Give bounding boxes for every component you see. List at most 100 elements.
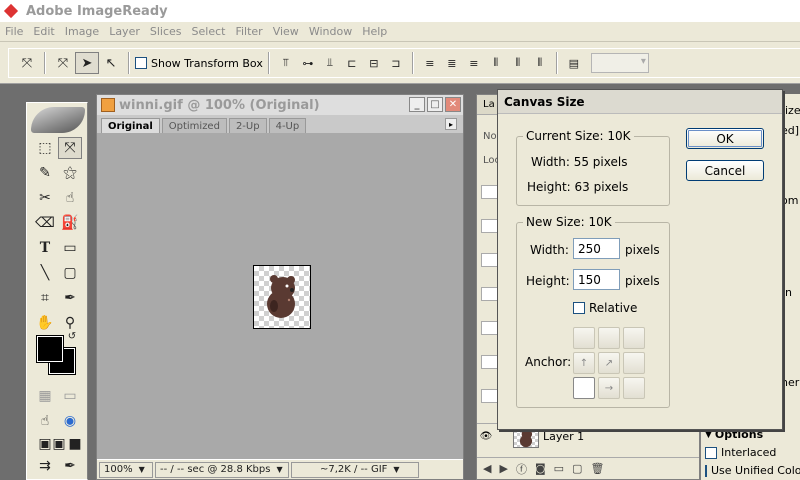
menu-view[interactable]: View (268, 25, 304, 38)
menu-window[interactable]: Window (304, 25, 357, 38)
new-set-icon[interactable]: ▭ (554, 462, 564, 475)
feather-jump-icon[interactable]: ✒ (58, 455, 82, 477)
toggle-slices-icon[interactable]: ▦ (33, 385, 57, 407)
next-frame-icon[interactable]: ▶ (499, 462, 507, 475)
minimize-icon[interactable]: _ (409, 97, 425, 112)
rounded-rect-tool-icon[interactable]: ▢ (58, 262, 82, 284)
show-transform-box-box[interactable] (135, 57, 147, 69)
prev-frame-icon[interactable]: ◀ (483, 462, 491, 475)
anchor-bottom-left[interactable] (573, 377, 595, 399)
options-bar: ⤧ ⤧ ➤ ↖ Show Transform Box ⫪ ⊶ ⫫ ⊏ ⊟ ⊐ ≡… (0, 42, 800, 84)
jump-to-photoshop-icon[interactable]: ⇉ (33, 455, 57, 477)
cancel-button[interactable]: Cancel (686, 160, 764, 181)
menu-layer[interactable]: Layer (104, 25, 145, 38)
rollover-preview-icon[interactable]: ☝ (33, 410, 57, 432)
align-bottom-icon[interactable]: ⫫ (319, 52, 341, 74)
tab-original[interactable]: Original (101, 118, 160, 133)
magic-wand-icon[interactable]: ⚝ (58, 162, 82, 184)
hand-tool-icon[interactable]: ✋ (33, 312, 57, 334)
distribute-vcenter-icon[interactable]: ≣ (441, 52, 463, 74)
eyedropper-icon[interactable]: ✒ (58, 287, 82, 309)
crop-tool-icon[interactable]: ⌗ (33, 287, 57, 309)
distribute-top-icon[interactable]: ≡ (419, 52, 441, 74)
interlaced-checkbox[interactable]: Interlaced (705, 446, 800, 459)
maximize-icon[interactable]: □ (427, 97, 443, 112)
align-right-icon[interactable]: ⊐ (385, 52, 407, 74)
chevron-down-icon: ▼ (276, 465, 283, 474)
move-tool-icon[interactable]: ⤧ (58, 137, 82, 159)
show-transform-box-checkbox[interactable]: Show Transform Box (135, 57, 263, 70)
tab-4-up[interactable]: 4-Up (268, 118, 307, 133)
distribute-hcenter-icon[interactable]: ⦀ (507, 52, 529, 74)
rectangle-tool-icon[interactable]: ▭ (58, 237, 82, 259)
foreground-color-swatch[interactable] (36, 335, 64, 363)
swap-colors-icon[interactable]: ↺ (65, 329, 79, 343)
zoom-dropdown[interactable]: 100% ▼ (99, 461, 153, 478)
selection-arrow-icon[interactable]: ➤ (75, 52, 99, 74)
menu-image[interactable]: Image (60, 25, 104, 38)
slice-tool-icon[interactable]: ✂ (33, 187, 57, 209)
new-layer-icon[interactable]: ▢ (572, 462, 582, 475)
download-time-dropdown[interactable]: -- / -- sec @ 28.8 Kbps ▼ (155, 461, 289, 478)
menu-help[interactable]: Help (357, 25, 392, 38)
marquee-tool-icon[interactable]: ⬚ (33, 137, 57, 159)
type-tool-icon[interactable]: T (33, 237, 57, 259)
arrange-icon[interactable]: ▤ (563, 52, 585, 74)
use-unified-color-checkbox[interactable]: Use Unified Color T (705, 464, 800, 477)
align-hcenter-icon[interactable]: ⊟ (363, 52, 385, 74)
tab-optimized[interactable]: Optimized (161, 118, 227, 133)
relative-box[interactable] (573, 302, 585, 314)
hand-select-icon[interactable]: ☝ (58, 187, 82, 209)
anchor-middle-right[interactable] (623, 352, 645, 374)
preview-browser-icon[interactable]: ◉ (58, 410, 82, 432)
anchor-bottom-right[interactable] (623, 377, 645, 399)
height-input[interactable] (573, 269, 620, 290)
canvas-area[interactable] (97, 133, 463, 461)
lasso-tool-icon[interactable]: ✎ (33, 162, 57, 184)
ok-button[interactable]: OK (686, 128, 764, 149)
close-icon[interactable]: ✕ (445, 97, 461, 112)
layer-style-icon[interactable]: ⓕ (516, 461, 527, 477)
menu-slices[interactable]: Slices (145, 25, 187, 38)
dialog-title-bar[interactable]: Canvas Size (498, 90, 782, 114)
anchor-top-left[interactable] (573, 327, 595, 349)
tab-scroll-arrow-icon[interactable]: ▸ (445, 118, 457, 130)
toggle-image-map-icon[interactable]: ▭ (58, 385, 82, 407)
distribute-bottom-icon[interactable]: ≡ (463, 52, 485, 74)
relative-checkbox[interactable]: Relative (573, 301, 637, 315)
full-screen-mode-icon[interactable]: ■ (63, 433, 87, 455)
layer-mask-icon[interactable]: ◙ (535, 462, 546, 475)
align-top-icon[interactable]: ⫪ (275, 52, 297, 74)
interlaced-box[interactable] (705, 446, 717, 459)
width-input[interactable] (573, 238, 620, 259)
distribute-left-icon[interactable]: ⦀ (485, 52, 507, 74)
paint-bucket-icon[interactable]: ⛽ (58, 212, 82, 234)
distribute-right-icon[interactable]: ⦀ (529, 52, 551, 74)
align-left-icon[interactable]: ⊏ (341, 52, 363, 74)
menu-file[interactable]: File (0, 25, 28, 38)
eraser-tool-icon[interactable]: ⌫ (33, 212, 57, 234)
setting-partial: ner (781, 376, 800, 389)
align-vcenter-icon[interactable]: ⊶ (297, 52, 319, 74)
eye-icon[interactable]: 👁 (477, 431, 495, 442)
image-canvas[interactable] (253, 265, 311, 329)
direct-selection-icon[interactable]: ↖ (99, 52, 123, 74)
anchor-top-center[interactable] (598, 327, 620, 349)
menu-select[interactable]: Select (187, 25, 231, 38)
anchor-middle-left[interactable]: ↑ (573, 352, 595, 374)
options-dropdown[interactable] (590, 53, 649, 73)
anchor-center[interactable]: ↗ (598, 352, 620, 374)
menu-filter[interactable]: Filter (230, 25, 267, 38)
tab-2-up[interactable]: 2-Up (228, 118, 267, 133)
anchor-top-right[interactable] (623, 327, 645, 349)
menu-edit[interactable]: Edit (28, 25, 59, 38)
line-tool-icon[interactable]: ╲ (33, 262, 57, 284)
use-unified-color-box[interactable] (705, 464, 707, 477)
file-size-dropdown[interactable]: ~7,2K / -- GIF ▼ (291, 461, 419, 478)
document-title-bar[interactable]: winni.gif @ 100% (Original) _ □ ✕ (97, 95, 463, 115)
move-tool-icon[interactable]: ⤧ (51, 52, 75, 74)
layer-name: Layer 1 (543, 430, 585, 443)
move-tool-preset-icon[interactable]: ⤧ (15, 52, 39, 74)
anchor-bottom-center[interactable]: → (598, 377, 620, 399)
delete-layer-icon[interactable]: 🗑 (590, 462, 604, 475)
